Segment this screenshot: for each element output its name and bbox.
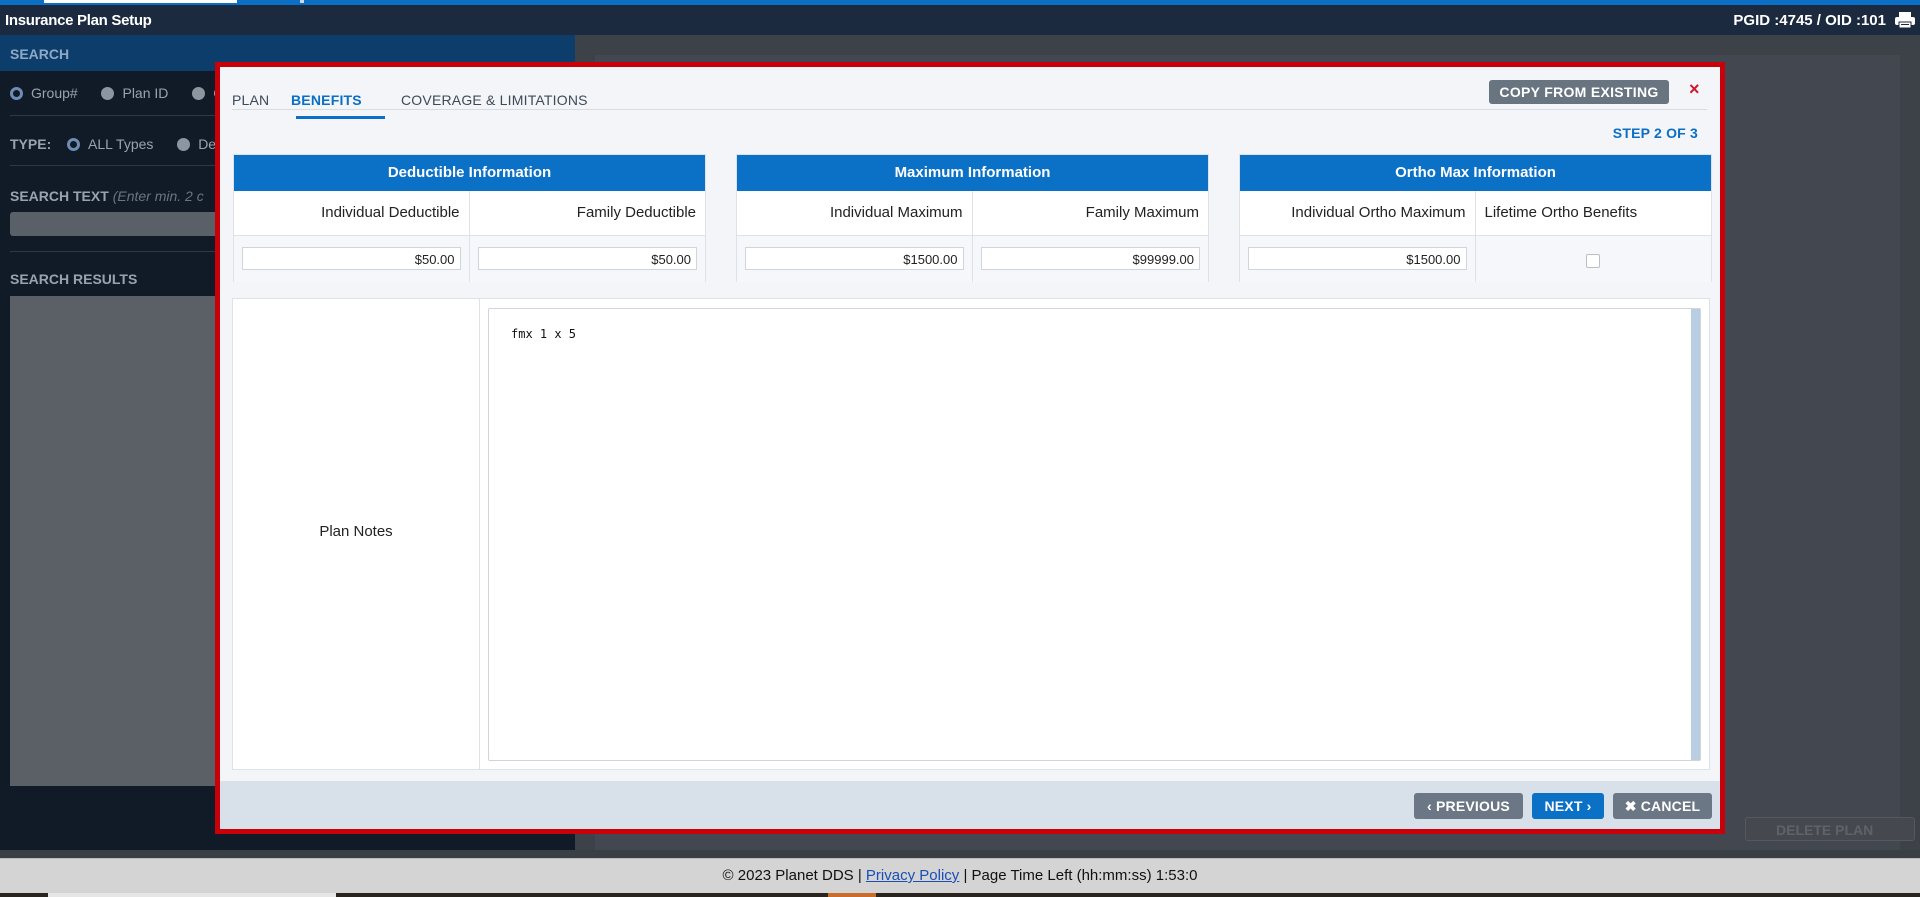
plan-notes-section: Plan Notes fmx 1 x 5 — [232, 298, 1710, 770]
radio-dental[interactable] — [177, 138, 191, 151]
chevron-right-icon: › — [1582, 798, 1592, 814]
individual-deductible-label: Individual Deductible — [234, 191, 470, 236]
radio-label-plan-id: Plan ID — [122, 85, 169, 101]
previous-label: PREVIOUS — [1436, 798, 1510, 814]
page-time-left: | Page Time Left (hh:mm:ss) 1:53:0 — [963, 867, 1198, 884]
type-options: TYPE: ALL Types Der — [10, 136, 221, 152]
tab-plan[interactable]: PLAN — [232, 92, 269, 108]
maximum-card: Maximum Information Individual Maximum F… — [736, 154, 1209, 282]
deductible-card: Deductible Information Individual Deduct… — [233, 154, 706, 282]
app-title: Insurance Plan Setup — [5, 12, 152, 29]
browser-tab-indicator — [44, 0, 237, 3]
radio-all-types[interactable] — [67, 138, 81, 151]
plan-notes-text: fmx 1 x 5 — [511, 327, 577, 341]
radio-label-group: Group# — [31, 85, 78, 101]
close-icon: ✖ — [1624, 798, 1641, 814]
ortho-max-card: Ortho Max Information Individual Ortho M… — [1239, 154, 1712, 282]
previous-button[interactable]: ‹ PREVIOUS — [1414, 793, 1523, 819]
radio-label-all-types: ALL Types — [88, 136, 154, 152]
family-deductible-input[interactable]: $50.00 — [477, 247, 697, 270]
card-columns: Individual Ortho Maximum Lifetime Ortho … — [1240, 191, 1711, 236]
privacy-policy-link[interactable]: Privacy Policy — [866, 867, 959, 884]
chevron-left-icon: ‹ — [1427, 798, 1436, 814]
next-label: NEXT — [1544, 798, 1583, 814]
card-values: $1500.00 — [1240, 236, 1711, 282]
individual-maximum-label: Individual Maximum — [737, 191, 973, 236]
individual-deductible-input[interactable]: $50.00 — [242, 247, 461, 270]
search-text-row: SEARCH TEXT (Enter min. 2 c — [10, 188, 204, 204]
pgid-oid-label: PGID :4745 / OID :101 — [1733, 12, 1886, 29]
tab-benefits[interactable]: BENEFITS — [291, 92, 362, 108]
notes-scrollbar[interactable] — [1691, 309, 1700, 760]
search-results-heading: SEARCH RESULTS — [10, 271, 138, 287]
copyright-text: © 2023 Planet DDS | — [722, 867, 862, 884]
search-results-label: SEARCH RESULTS — [10, 271, 137, 287]
search-text-label: SEARCH TEXT — [10, 188, 109, 204]
delete-plan-button[interactable]: DELETE PLAN — [1745, 817, 1915, 841]
delete-plan-label: DELETE PLAN — [1776, 822, 1874, 838]
search-text-hint: (Enter min. 2 c — [112, 188, 204, 204]
card-values: $50.00 $50.00 — [234, 236, 705, 282]
cancel-button[interactable]: ✖ CANCEL — [1613, 793, 1712, 819]
tab-coverage-limitations[interactable]: COVERAGE & LIMITATIONS — [401, 92, 588, 108]
close-icon[interactable]: × — [1689, 79, 1700, 100]
page-footer: © 2023 Planet DDS | Privacy Policy | Pag… — [0, 858, 1920, 897]
card-title: Maximum Information — [737, 155, 1208, 191]
taskbar-item — [828, 893, 876, 897]
radio-group-number[interactable] — [10, 87, 23, 100]
type-label: TYPE: — [10, 136, 52, 152]
card-title: Deductible Information — [234, 155, 705, 191]
family-maximum-label: Family Maximum — [1085, 204, 1199, 221]
browser-tab-indicator-2 — [300, 0, 304, 3]
family-deductible-label: Family Deductible — [576, 204, 696, 221]
card-values: $1500.00 $99999.00 — [737, 236, 1208, 282]
next-button[interactable]: NEXT › — [1532, 793, 1604, 819]
card-columns: Individual Maximum Family Maximum — [737, 191, 1208, 236]
lifetime-ortho-benefits-label: Lifetime Ortho Benefits — [1484, 204, 1638, 221]
individual-maximum-input[interactable]: $1500.00 — [745, 247, 964, 270]
lifetime-ortho-benefits-checkbox[interactable] — [1586, 254, 1601, 268]
family-maximum-input[interactable]: $99999.00 — [980, 247, 1200, 270]
search-by-options: Group# Plan ID C — [10, 85, 223, 101]
plan-notes-label: Plan Notes — [233, 299, 480, 769]
app-header: Insurance Plan Setup PGID :4745 / OID :1… — [0, 5, 1920, 35]
printer-icon[interactable] — [1894, 11, 1916, 29]
card-columns: Individual Deductible Family Deductible — [234, 191, 705, 236]
active-tab-underline — [296, 116, 385, 119]
radio-other[interactable] — [192, 87, 206, 100]
card-title: Ortho Max Information — [1240, 155, 1711, 191]
individual-ortho-maximum-label: Individual Ortho Maximum — [1240, 191, 1476, 236]
taskbar-item — [48, 893, 336, 897]
radio-plan-id[interactable] — [101, 87, 115, 100]
benefits-modal: PLAN BENEFITS COVERAGE & LIMITATIONS COP… — [215, 62, 1725, 834]
plan-notes-textarea[interactable]: fmx 1 x 5 — [488, 308, 1701, 761]
cancel-label: CANCEL — [1640, 798, 1701, 814]
taskbar-strip — [0, 893, 1920, 897]
individual-ortho-maximum-input[interactable]: $1500.00 — [1248, 247, 1467, 270]
step-indicator: STEP 2 OF 3 — [1612, 125, 1698, 141]
copy-from-existing-button[interactable]: COPY FROM EXISTING — [1489, 80, 1669, 104]
modal-tabs: PLAN BENEFITS COVERAGE & LIMITATIONS — [232, 77, 1707, 110]
